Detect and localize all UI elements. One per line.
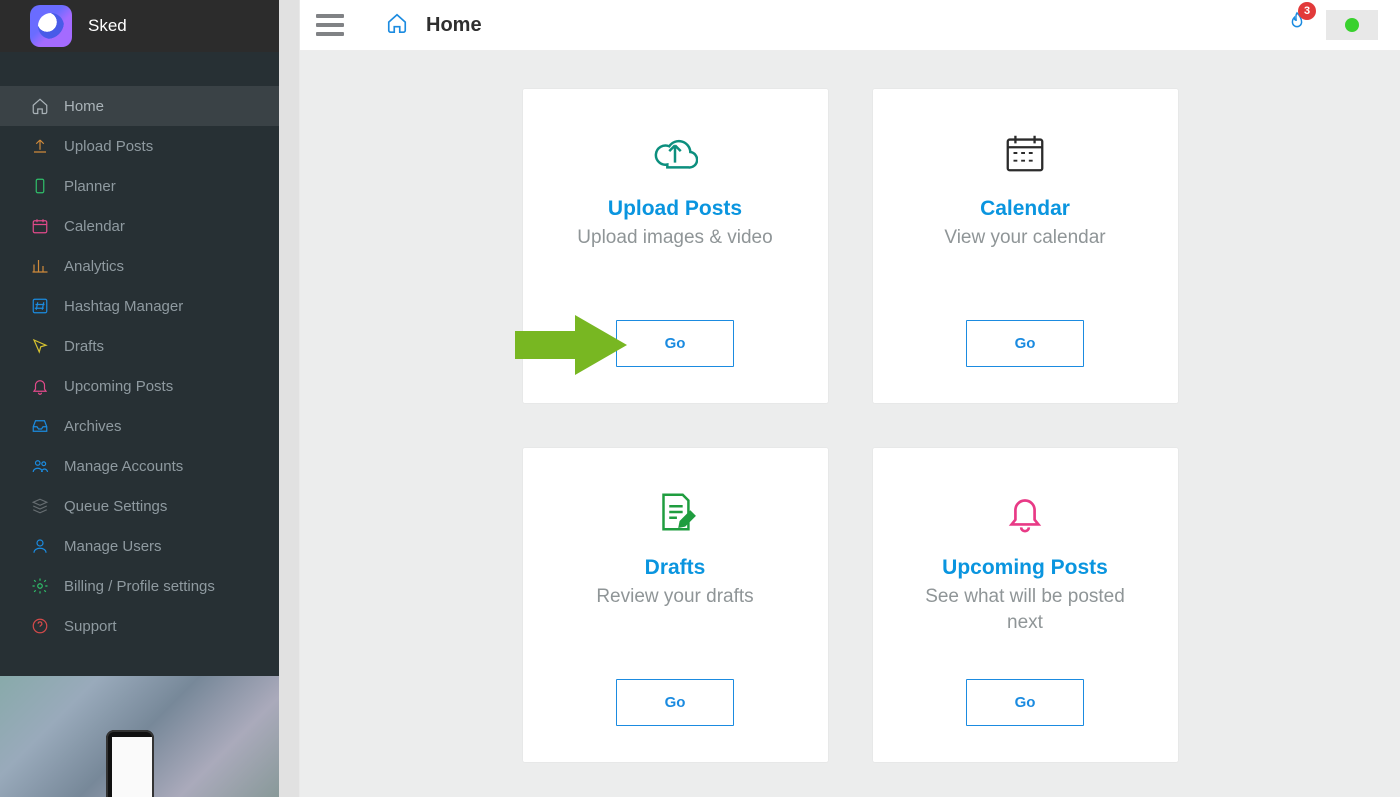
cloud-upload-icon: [652, 129, 698, 177]
sidebar-item-planner[interactable]: Planner: [0, 166, 279, 206]
dashboard-grid: Upload Posts Upload images & video Go Ca…: [523, 89, 1178, 759]
card-desc: Upload images & video: [577, 225, 772, 251]
notifications-button[interactable]: 3: [1286, 10, 1308, 41]
sidebar-item-label: Hashtag Manager: [64, 298, 183, 315]
brand-header: Sked: [0, 0, 279, 52]
card-desc: See what will be posted next: [907, 584, 1144, 635]
sidebar-item-label: Archives: [64, 418, 122, 435]
content: Upload Posts Upload images & video Go Ca…: [300, 51, 1400, 797]
calendar-icon: [30, 216, 50, 236]
go-button-upload-posts[interactable]: Go: [616, 320, 735, 367]
sidebar-item-label: Upcoming Posts: [64, 378, 173, 395]
sidebar-item-manage-accounts[interactable]: Manage Accounts: [0, 446, 279, 486]
card-calendar: Calendar View your calendar Go: [873, 89, 1178, 403]
bell-icon: [1002, 488, 1048, 536]
main: Home 3 Upload Posts Upload images & vide…: [300, 0, 1400, 797]
document-edit-icon: [652, 488, 698, 536]
sidebar-item-queue-settings[interactable]: Queue Settings: [0, 486, 279, 526]
go-button-upcoming-posts[interactable]: Go: [966, 679, 1085, 726]
status-indicator[interactable]: [1326, 10, 1378, 40]
card-title: Upload Posts: [608, 197, 742, 221]
users-icon: [30, 456, 50, 476]
gear-icon: [30, 576, 50, 596]
user-icon: [30, 536, 50, 556]
calendar-icon: [1002, 129, 1048, 177]
brand-name: Sked: [88, 16, 127, 36]
card-title: Drafts: [645, 556, 706, 580]
hash-icon: [30, 296, 50, 316]
sidebar-item-support[interactable]: Support: [0, 606, 279, 646]
card-desc: View your calendar: [944, 225, 1105, 251]
divider-strip: [279, 0, 300, 797]
sidebar-promo-image: [0, 676, 279, 797]
sidebar-item-label: Manage Users: [64, 538, 162, 555]
help-icon: [30, 616, 50, 636]
sidebar-item-label: Planner: [64, 178, 116, 195]
sidebar-item-analytics[interactable]: Analytics: [0, 246, 279, 286]
card-title: Calendar: [980, 197, 1070, 221]
card-drafts: Drafts Review your drafts Go: [523, 448, 828, 762]
notification-badge: 3: [1298, 2, 1316, 20]
sidebar-item-label: Manage Accounts: [64, 458, 183, 475]
inbox-icon: [30, 416, 50, 436]
annotation-arrow-icon: [515, 313, 627, 377]
sidebar-nav: Home Upload Posts Planner Calendar Analy: [0, 52, 279, 646]
sidebar-item-archives[interactable]: Archives: [0, 406, 279, 446]
sidebar-item-billing-profile-settings[interactable]: Billing / Profile settings: [0, 566, 279, 606]
stack-icon: [30, 496, 50, 516]
home-icon: [386, 12, 408, 39]
sidebar-item-label: Drafts: [64, 338, 104, 355]
home-icon: [30, 96, 50, 116]
device-icon: [30, 176, 50, 196]
card-upcoming-posts: Upcoming Posts See what will be posted n…: [873, 448, 1178, 762]
chart-icon: [30, 256, 50, 276]
card-title: Upcoming Posts: [942, 556, 1108, 580]
sidebar-item-home[interactable]: Home: [0, 86, 279, 126]
sidebar-item-label: Queue Settings: [64, 498, 167, 515]
sidebar-item-label: Analytics: [64, 258, 124, 275]
sidebar-item-label: Billing / Profile settings: [64, 578, 215, 595]
sidebar-item-label: Home: [64, 98, 104, 115]
sidebar-item-manage-users[interactable]: Manage Users: [0, 526, 279, 566]
sidebar-item-label: Upload Posts: [64, 138, 153, 155]
sidebar-item-upcoming-posts[interactable]: Upcoming Posts: [0, 366, 279, 406]
sidebar-item-calendar[interactable]: Calendar: [0, 206, 279, 246]
page-title: Home: [426, 14, 482, 37]
brand-logo-icon: [30, 5, 72, 47]
pointer-icon: [30, 336, 50, 356]
sidebar-item-label: Support: [64, 618, 117, 635]
sidebar-item-upload-posts[interactable]: Upload Posts: [0, 126, 279, 166]
sidebar-item-drafts[interactable]: Drafts: [0, 326, 279, 366]
go-button-drafts[interactable]: Go: [616, 679, 735, 726]
sidebar-item-hashtag-manager[interactable]: Hashtag Manager: [0, 286, 279, 326]
menu-toggle-button[interactable]: [316, 14, 344, 36]
go-button-calendar[interactable]: Go: [966, 320, 1085, 367]
card-desc: Review your drafts: [596, 584, 753, 610]
topbar: Home 3: [300, 0, 1400, 51]
upload-icon: [30, 136, 50, 156]
sidebar: Sked Home Upload Posts Planner Calendar: [0, 0, 279, 797]
sidebar-item-label: Calendar: [64, 218, 125, 235]
bell-icon: [30, 376, 50, 396]
status-dot-icon: [1345, 18, 1359, 32]
